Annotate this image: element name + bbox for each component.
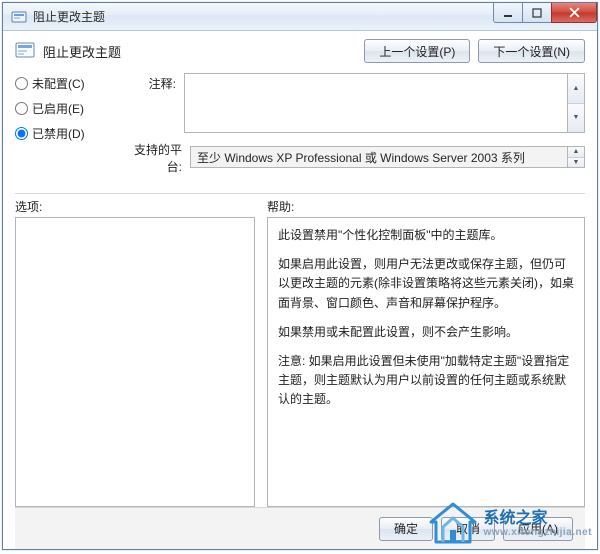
section-divider (15, 193, 585, 194)
minimize-button[interactable] (493, 3, 523, 23)
platform-scroll-up-icon[interactable]: ▲ (568, 147, 584, 158)
help-text-p2: 如果启用此设置，则用户无法更改或保存主题，但仍可以更改主题的元素(除非设置策略将… (278, 255, 574, 313)
policy-icon (15, 41, 35, 61)
radio-not-configured-input[interactable] (15, 77, 28, 90)
comment-scroll[interactable]: ▲ ▼ (568, 73, 585, 133)
next-setting-button[interactable]: 下一个设置(N) (478, 39, 585, 63)
state-radio-group: 未配置(C) 已启用(E) 已禁用(D) (15, 73, 110, 181)
cancel-button[interactable]: 取消 (441, 517, 495, 541)
radio-enabled[interactable]: 已启用(E) (15, 100, 110, 117)
platform-label: 支持的平台: (120, 139, 190, 175)
radio-enabled-input[interactable] (15, 102, 28, 115)
comment-scroll-down-icon[interactable]: ▼ (568, 104, 584, 133)
policy-titlebar-icon (11, 9, 27, 25)
radio-disabled-label: 已禁用(D) (32, 125, 85, 142)
radio-enabled-label: 已启用(E) (32, 100, 84, 117)
ok-button[interactable]: 确定 (379, 517, 433, 541)
help-column-label: 帮助: (267, 198, 585, 215)
window-title: 阻止更改主题 (33, 8, 494, 25)
options-panel (15, 217, 255, 507)
radio-not-configured-label: 未配置(C) (32, 75, 85, 92)
help-text-p3: 如果禁用或未配置此设置，则不会产生影响。 (278, 323, 574, 342)
titlebar: 阻止更改主题 (3, 3, 597, 31)
platform-scroll-down-icon[interactable]: ▼ (568, 158, 584, 168)
radio-not-configured[interactable]: 未配置(C) (15, 75, 110, 92)
radio-disabled-input[interactable] (15, 127, 28, 140)
close-button[interactable] (551, 3, 597, 23)
comment-scroll-up-icon[interactable]: ▲ (568, 74, 584, 104)
comment-textarea[interactable] (184, 73, 568, 133)
help-text-p4: 注意: 如果启用此设置但未使用"加载特定主题"设置指定主题，则主题默认为用户以前… (278, 352, 574, 410)
supported-platform-value: 至少 Windows XP Professional 或 Windows Ser… (190, 146, 568, 168)
apply-button[interactable]: 应用(A) (503, 517, 573, 541)
platform-scroll[interactable]: ▲ ▼ (568, 146, 585, 168)
policy-title: 阻止更改主题 (43, 42, 356, 61)
radio-disabled[interactable]: 已禁用(D) (15, 125, 110, 142)
help-text-p1: 此设置禁用"个性化控制面板"中的主题库。 (278, 226, 574, 245)
comment-label: 注释: (120, 73, 184, 92)
options-column-label: 选项: (15, 198, 255, 215)
previous-setting-button[interactable]: 上一个设置(P) (364, 39, 470, 63)
help-panel: 此设置禁用"个性化控制面板"中的主题库。 如果启用此设置，则用户无法更改或保存主… (267, 217, 585, 507)
maximize-button[interactable] (522, 3, 552, 23)
